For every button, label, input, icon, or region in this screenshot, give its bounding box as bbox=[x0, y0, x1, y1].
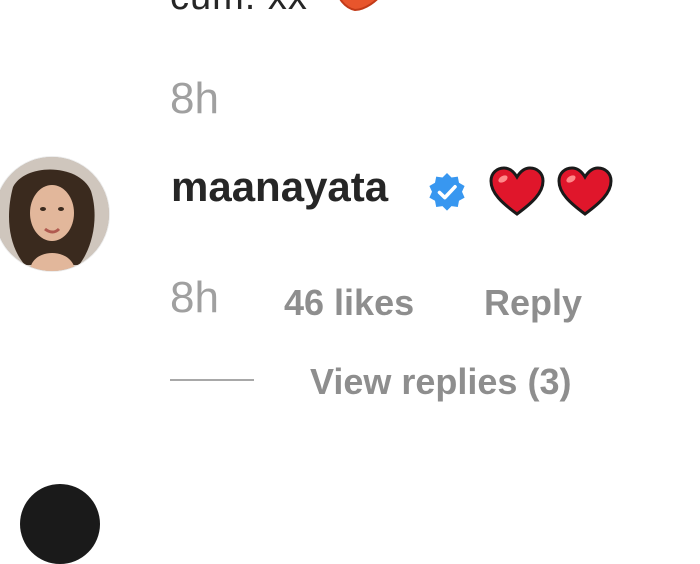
previous-comment-text: cum. xx bbox=[170, 0, 308, 19]
next-comment-avatar[interactable] bbox=[20, 484, 100, 564]
reply-button[interactable]: Reply bbox=[484, 282, 582, 324]
red-heart-icon bbox=[489, 166, 545, 216]
avatar[interactable] bbox=[0, 156, 110, 272]
likes-count[interactable]: 46 likes bbox=[284, 282, 414, 324]
comment-username[interactable]: maanayata bbox=[171, 163, 388, 211]
kiss-lips-icon bbox=[339, 0, 378, 12]
previous-comment-timestamp: 8h bbox=[170, 74, 219, 123]
replies-divider-line bbox=[170, 379, 254, 381]
avatar-photo bbox=[0, 157, 109, 271]
comment-timestamp: 8h bbox=[170, 273, 219, 322]
view-replies-button[interactable]: View replies (3) bbox=[310, 361, 571, 403]
verified-badge-icon bbox=[429, 173, 465, 211]
red-heart-icon bbox=[557, 166, 613, 216]
